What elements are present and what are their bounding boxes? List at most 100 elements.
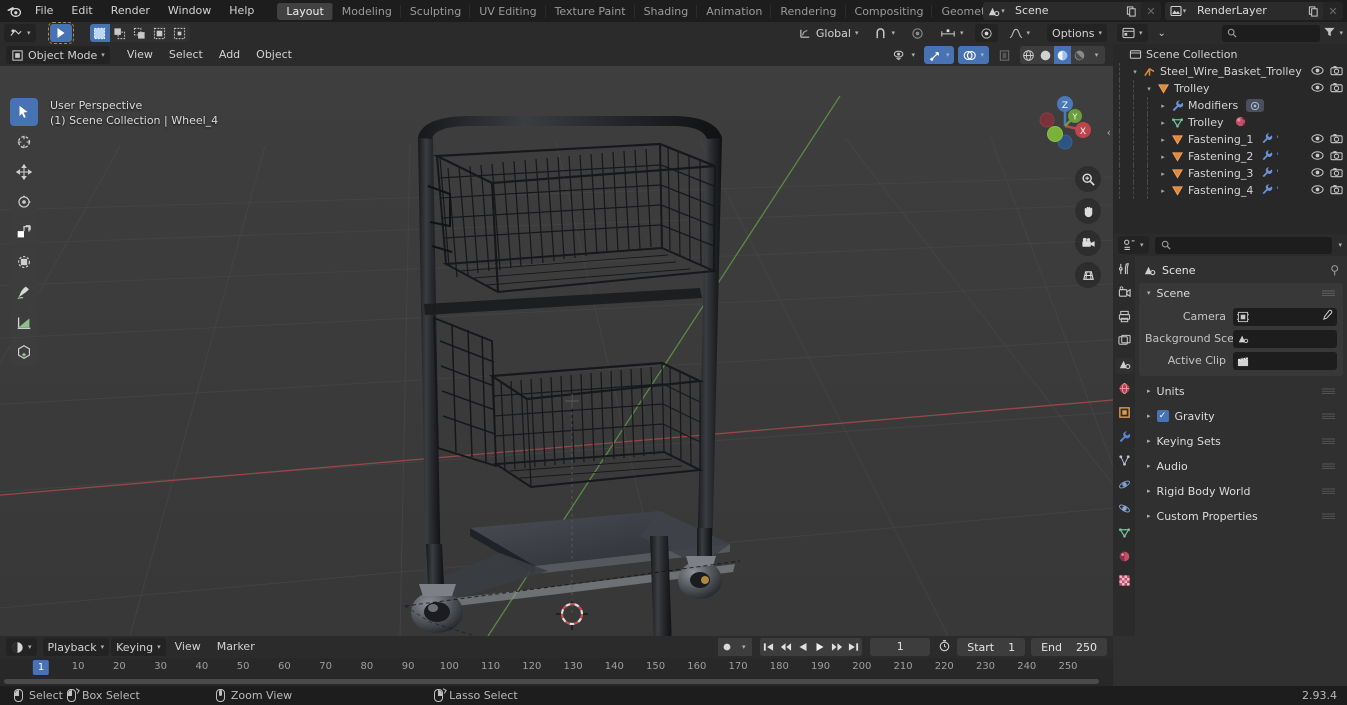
solid-shading-icon[interactable]	[1037, 46, 1054, 64]
transform-orientation-button[interactable]: Global ▾	[793, 24, 864, 42]
falloff-curve-button[interactable]: ▾	[1003, 24, 1036, 42]
proportional-size-button[interactable]: ▾	[935, 24, 969, 42]
navigation-gizmo[interactable]: Z X Y	[1025, 86, 1105, 166]
outliner-row-fastening-4[interactable]: ▸ Fastening_4 ꞌ	[1113, 182, 1347, 199]
outliner-row-scene-collection[interactable]: Scene Collection	[1113, 46, 1347, 63]
outliner-row-trolley[interactable]: ▾ Trolley	[1113, 80, 1347, 97]
overlays-toggle-button[interactable]: ▾	[958, 46, 989, 64]
texture-tab[interactable]	[1115, 574, 1133, 590]
select-intersect-icon[interactable]	[169, 24, 190, 42]
outliner-row-steel-wire-basket-trolley[interactable]: ▾ Steel_Wire_Basket_Trolley	[1113, 63, 1347, 80]
timeline-editor[interactable]: ▾ Playback ▾ Keying ▾ View Marker ▾ 1 St…	[0, 636, 1113, 686]
tweak-select-tool[interactable]	[10, 98, 38, 126]
stopwatch-icon[interactable]	[938, 639, 951, 655]
select-set-icon[interactable]	[89, 24, 110, 42]
viewport-canvas[interactable]: User Perspective (1) Scene Collection | …	[0, 66, 1113, 636]
select-subtract-icon[interactable]	[129, 24, 150, 42]
camera-field[interactable]	[1233, 307, 1337, 326]
properties-options-chevron-icon[interactable]: ▾	[1338, 241, 1342, 249]
outliner-row-fastening-3[interactable]: ▸ Fastening_3 ꞌ	[1113, 165, 1347, 182]
viewport-menu-select[interactable]: Select	[162, 46, 210, 64]
menu-window[interactable]: Window	[159, 2, 220, 20]
active-clip-field[interactable]	[1233, 351, 1337, 370]
output-tab[interactable]	[1115, 310, 1133, 326]
timeline-menu-playback[interactable]: Playback ▾	[42, 638, 110, 656]
jump-prev-keyframe-icon[interactable]	[777, 638, 795, 656]
scene-selector[interactable]: ▾ Scene ✕	[983, 2, 1161, 20]
move-tool[interactable]	[10, 158, 38, 186]
expand-triangle-icon[interactable]: ▸	[1157, 153, 1169, 161]
record-keyframes-icon[interactable]	[718, 638, 736, 656]
workspace-tab-texture-paint[interactable]: Texture Paint	[544, 3, 635, 20]
xray-toggle-button[interactable]	[993, 46, 1016, 64]
expand-triangle-icon[interactable]: ▸	[1157, 136, 1169, 144]
viewport-menu-view[interactable]: View	[120, 46, 160, 64]
transform-tool[interactable]	[10, 248, 38, 276]
workspace-tab-uv-editing[interactable]: UV Editing	[469, 3, 545, 20]
render-tab[interactable]	[1115, 286, 1133, 302]
modifier-badge-icon[interactable]	[1246, 99, 1265, 112]
panel-header-audio[interactable]: ▸ Audio	[1139, 456, 1343, 476]
scene-tab[interactable]	[1115, 358, 1133, 374]
modifier-wrench-icon[interactable]	[1261, 183, 1273, 198]
scale-tool[interactable]	[10, 218, 38, 246]
workspace-tab-modeling[interactable]: Modeling	[331, 3, 401, 20]
timeline-ruler[interactable]: 10 20 30 40 50 60 70 80 90 100 110 120 130 140 150 160 1…	[0, 658, 1113, 680]
outliner-search-input[interactable]	[1222, 24, 1321, 42]
viewport-menu-object[interactable]: Object	[249, 46, 299, 64]
object-type-visibility-button[interactable]: ▾	[888, 46, 920, 64]
object-mode-button[interactable]: Object Mode ▾	[6, 46, 110, 64]
workspace-tab-shading[interactable]: Shading	[633, 3, 698, 20]
timeline-menu-view[interactable]: View	[168, 638, 208, 656]
scene-icon[interactable]: ▾	[983, 2, 1009, 20]
expand-triangle-icon[interactable]: ▸	[1157, 187, 1169, 195]
expand-triangle-icon[interactable]: ▾	[1143, 85, 1155, 93]
select-invert-icon[interactable]	[149, 24, 170, 42]
world-tab[interactable]	[1115, 382, 1133, 398]
panel-header-rigid-body-world[interactable]: ▸ Rigid Body World	[1139, 481, 1343, 501]
eyedropper-icon[interactable]	[1321, 309, 1333, 324]
expand-triangle-icon[interactable]: ▸	[1157, 102, 1169, 110]
select-extend-icon[interactable]	[109, 24, 130, 42]
panel-header-gravity[interactable]: ▸ ✓ Gravity	[1139, 406, 1343, 426]
hide-in-viewport-icon[interactable]	[1311, 150, 1324, 164]
play-icon[interactable]	[811, 638, 829, 656]
workspace-tab-compositing[interactable]: Compositing	[844, 3, 933, 20]
outliner-editor[interactable]: ▾ ⌄ ▾ Scene Collection ▾ Steel_Wire_Basket…	[1113, 22, 1347, 234]
disable-in-renders-icon[interactable]	[1330, 184, 1343, 198]
workspace-tab-layout[interactable]: Layout	[277, 2, 333, 20]
jump-next-keyframe-icon[interactable]	[828, 638, 846, 656]
new-view-layer-button[interactable]	[1303, 2, 1323, 20]
menu-edit[interactable]: Edit	[62, 2, 101, 20]
workspace-tab-sculpting[interactable]: Sculpting	[399, 3, 470, 20]
outliner-editor-type-button[interactable]: ▾	[1117, 24, 1148, 42]
jump-to-start-icon[interactable]	[760, 638, 778, 656]
start-value[interactable]: 1	[1008, 641, 1015, 654]
hide-in-viewport-icon[interactable]	[1311, 133, 1324, 147]
3d-viewport[interactable]: ▾ Global ▾ ▾ ▾ ▾ Options ▾ Object Mode ▾…	[0, 22, 1113, 636]
menu-render[interactable]: Render	[102, 2, 159, 20]
end-value[interactable]: 250	[1076, 641, 1097, 654]
snap-magnet-button[interactable]: ▾	[869, 24, 900, 42]
annotate-tool[interactable]	[10, 278, 38, 306]
active-tool-indicator[interactable]	[47, 22, 74, 44]
frame-end-field[interactable]: End 250	[1031, 638, 1107, 656]
disable-in-renders-icon[interactable]	[1330, 150, 1343, 164]
record-dropdown-chevron-icon[interactable]: ▾	[735, 638, 753, 656]
timeline-editor-type-button[interactable]: ▾	[6, 638, 37, 656]
view-layer-icon[interactable]: ▾	[1165, 2, 1191, 20]
frame-range-fields[interactable]: Start 1	[957, 638, 1026, 656]
remove-view-layer-button[interactable]: ✕	[1323, 2, 1343, 20]
modifier-tab[interactable]	[1115, 430, 1133, 446]
properties-editor[interactable]: ▾ ▾ Scene ⚲ ▾ Scene Camera Background Sc…	[1113, 234, 1347, 636]
outliner-row-modifiers[interactable]: ▸ Modifiers	[1113, 97, 1347, 114]
current-frame-field[interactable]: 1	[870, 638, 931, 656]
modifier-wrench-icon[interactable]	[1261, 132, 1273, 147]
new-scene-button[interactable]	[1121, 2, 1141, 20]
modifier-wrench-icon[interactable]	[1261, 149, 1273, 164]
properties-editor-type-button[interactable]: ▾	[1118, 236, 1149, 254]
modifier-wrench-icon[interactable]	[1261, 166, 1273, 181]
constraints-tab[interactable]	[1115, 502, 1133, 518]
timeline-scrollbar[interactable]	[4, 679, 1099, 684]
shading-dropdown-icon[interactable]: ▾	[1088, 46, 1105, 64]
